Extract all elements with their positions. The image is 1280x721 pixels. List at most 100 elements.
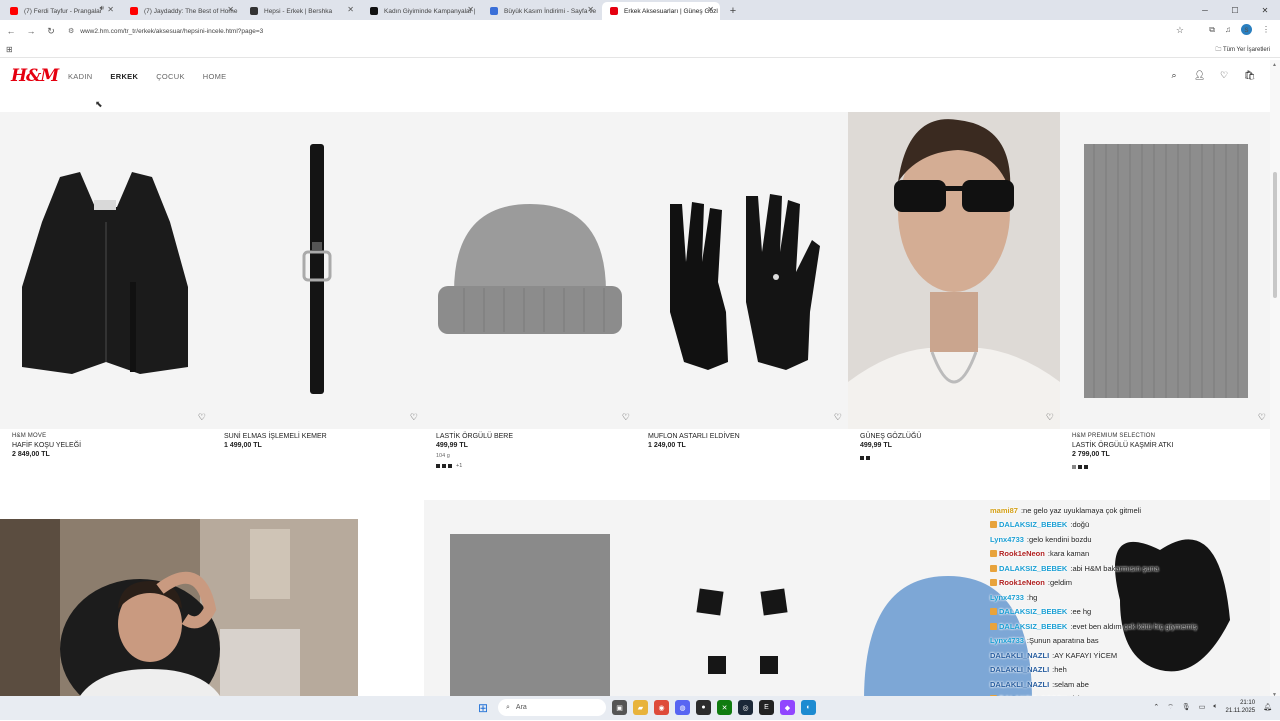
more-colors-count[interactable]: +1 [456, 463, 462, 469]
tray-chevron-icon[interactable]: ⌃ [1153, 703, 1159, 711]
chrome-icon[interactable]: ◉ [654, 700, 669, 715]
favorite-heart-icon[interactable]: ♡ [198, 412, 206, 423]
favorite-heart-icon[interactable]: ♡ [622, 412, 630, 423]
browser-tab[interactable]: Hepsi - Erkek | Bershka ✕ [242, 2, 360, 20]
product-image-scarf[interactable]: ♡ [1060, 112, 1272, 429]
profile-avatar[interactable]: s [1241, 24, 1252, 35]
product-card[interactable]: ♡ H&M MOVE HAFİF KOŞU YELEĞİ 2 849,00 TL [0, 112, 212, 458]
nav-erkek[interactable]: ERKEK [110, 72, 138, 81]
media-icon[interactable]: ♫ [1225, 25, 1231, 34]
color-swatch[interactable] [436, 464, 440, 468]
product-card[interactable]: ♡ SUNİ ELMAS İŞLEMELİ KEMER 1 499,00 TL [212, 112, 424, 449]
color-swatches[interactable]: +1 [436, 463, 462, 469]
task-view-icon[interactable]: ▣ [612, 700, 627, 715]
tab-close-icon[interactable]: ✕ [707, 5, 714, 14]
steam-icon[interactable]: ◎ [738, 700, 753, 715]
search-icon[interactable]: ⌕ [1169, 70, 1179, 81]
shopping-bag-icon[interactable]: 🛍︎ [1244, 70, 1255, 81]
system-clock[interactable]: 21:10 21.11.2025 [1226, 699, 1256, 715]
reload-icon[interactable]: ↻ [42, 22, 60, 40]
volume-icon[interactable]: 🔈︎ [1213, 703, 1217, 711]
file-explorer-icon[interactable]: ▰ [633, 700, 648, 715]
new-tab-button[interactable]: + [724, 2, 742, 20]
maximize-icon[interactable]: ☐ [1220, 0, 1250, 20]
product-image-earrings[interactable] [636, 500, 848, 700]
scroll-up-icon[interactable]: ▲ [1272, 62, 1277, 68]
windows-start-icon[interactable]: ⊞ [478, 701, 488, 715]
xbox-icon[interactable]: ✕ [717, 700, 732, 715]
tab-close-icon[interactable]: ✕ [347, 5, 354, 14]
product-name[interactable]: LASTİK ÖRGÜLÜ KAŞMİR ATKI [1072, 442, 1173, 449]
color-swatch[interactable] [442, 464, 446, 468]
close-window-icon[interactable]: ✕ [1250, 0, 1280, 20]
menu-icon[interactable]: ⋮ [1262, 25, 1270, 34]
browser-tab[interactable]: (7) Ferdi Tayfur - Prangalar 🔊︎ ✕ [2, 2, 120, 20]
notification-icon[interactable]: 🔔︎ [1263, 703, 1272, 711]
twitch-icon[interactable]: ◆ [780, 700, 795, 715]
product-image-gloves[interactable]: ♡ [636, 112, 848, 429]
product-image-belt[interactable]: ♡ [212, 112, 424, 429]
product-image-sunglasses[interactable]: ♡ [848, 112, 1060, 429]
nav-kadin[interactable]: KADIN [68, 72, 92, 81]
product-image-vest[interactable]: ♡ [0, 112, 212, 429]
product-name[interactable]: GÜNEŞ GÖZLÜĞÜ [860, 433, 921, 440]
color-swatch[interactable] [1084, 465, 1088, 469]
product-image-beanie[interactable]: ♡ [424, 112, 636, 429]
color-swatch[interactable] [866, 456, 870, 460]
favorite-heart-icon[interactable]: ♡ [834, 412, 842, 423]
scrollbar-thumb[interactable] [1273, 172, 1277, 298]
tab-audio-icon[interactable]: 🔊︎ [100, 5, 104, 13]
product-card[interactable]: ♡ LASTİK ÖRGÜLÜ BERE 499,99 TL 104 g +1 [424, 112, 636, 469]
bookmark-star-icon[interactable]: ☆ [1176, 25, 1184, 36]
tab-close-icon[interactable]: ✕ [587, 5, 594, 14]
epic-games-icon[interactable]: E [759, 700, 774, 715]
hm-logo[interactable]: H&M [11, 66, 59, 86]
favorites-icon[interactable]: ♡ [1219, 70, 1229, 81]
edge-icon[interactable]: ◐ [801, 700, 816, 715]
product-name[interactable]: MUFLON ASTARLI ELDİVEN [648, 433, 740, 440]
color-swatches[interactable] [860, 456, 870, 460]
browser-tab[interactable]: (7) Jaydaddy: The Best of Home ✕ [122, 2, 240, 20]
apps-grid-icon[interactable]: ⊞ [6, 45, 13, 54]
minimize-icon[interactable]: ─ [1190, 0, 1220, 20]
color-swatch[interactable] [860, 456, 864, 460]
tab-close-icon[interactable]: ✕ [227, 5, 234, 14]
product-name[interactable]: HAFİF KOŞU YELEĞİ [12, 442, 81, 449]
site-info-icon[interactable]: ⚙ [68, 27, 74, 35]
back-icon[interactable]: ← [2, 22, 20, 40]
favorite-heart-icon[interactable]: ♡ [410, 412, 418, 423]
product-card[interactable]: ♡ MUFLON ASTARLI ELDİVEN 1 249,00 TL [636, 112, 848, 449]
network-icon[interactable]: ⌔ [1167, 703, 1174, 712]
discord-icon[interactable]: ◍ [675, 700, 690, 715]
bookmarks-bar: ⊞ 🗀 Tüm Yer İşaretleri [0, 42, 1280, 58]
all-bookmarks-link[interactable]: 🗀 Tüm Yer İşaretleri [1215, 45, 1270, 55]
favorite-heart-icon[interactable]: ♡ [1046, 412, 1054, 423]
battery-icon[interactable]: ▭ [1199, 703, 1206, 711]
favorite-heart-icon[interactable]: ♡ [1258, 412, 1266, 423]
product-card[interactable]: ♡ H&M PREMIUM SELECTION LASTİK ÖRGÜLÜ KA… [1060, 112, 1272, 469]
color-swatch[interactable] [448, 464, 452, 468]
mic-icon[interactable]: 🎙︎ [1182, 703, 1191, 711]
chat-username: DALAKSIZ_BEBEK [999, 607, 1068, 617]
forward-icon[interactable]: → [22, 22, 40, 40]
browser-tab[interactable]: Erkek Aksesuarları | Güneş Gözl ✕ [602, 2, 720, 20]
browser-tab[interactable]: Kadın Giyiminde Kampanyalar | ✕ [362, 2, 480, 20]
color-swatches[interactable] [1072, 465, 1088, 469]
taskbar-search[interactable]: ⌕ Ara [498, 699, 606, 716]
tab-close-icon[interactable]: ✕ [467, 5, 474, 14]
product-name[interactable]: SUNİ ELMAS İŞLEMELİ KEMER [224, 433, 327, 440]
browser-tab[interactable]: Büyük Kasım İndirimi - Sayfa ve ✕ [482, 2, 600, 20]
color-swatch[interactable] [1078, 465, 1082, 469]
nav-home[interactable]: HOME [203, 72, 227, 81]
address-bar[interactable]: ⚙ www2.hm.com/tr_tr/erkek/aksesuar/hepsi… [60, 23, 1190, 39]
product-name[interactable]: LASTİK ÖRGÜLÜ BERE [436, 433, 513, 440]
product-card[interactable]: ♡ GÜNEŞ GÖZLÜĞÜ 499,99 TL [848, 112, 1060, 460]
page-scrollbar[interactable]: ▲ ▼ [1270, 60, 1280, 700]
account-icon[interactable]: 👤︎ [1194, 70, 1205, 81]
product-image-grey-scarf[interactable] [424, 500, 636, 700]
nav-cocuk[interactable]: ÇOCUK [156, 72, 185, 81]
obs-icon[interactable]: ● [696, 700, 711, 715]
tab-close-icon[interactable]: ✕ [107, 5, 114, 14]
extensions-icon[interactable]: ⧉ [1209, 25, 1215, 35]
color-swatch[interactable] [1072, 465, 1076, 469]
